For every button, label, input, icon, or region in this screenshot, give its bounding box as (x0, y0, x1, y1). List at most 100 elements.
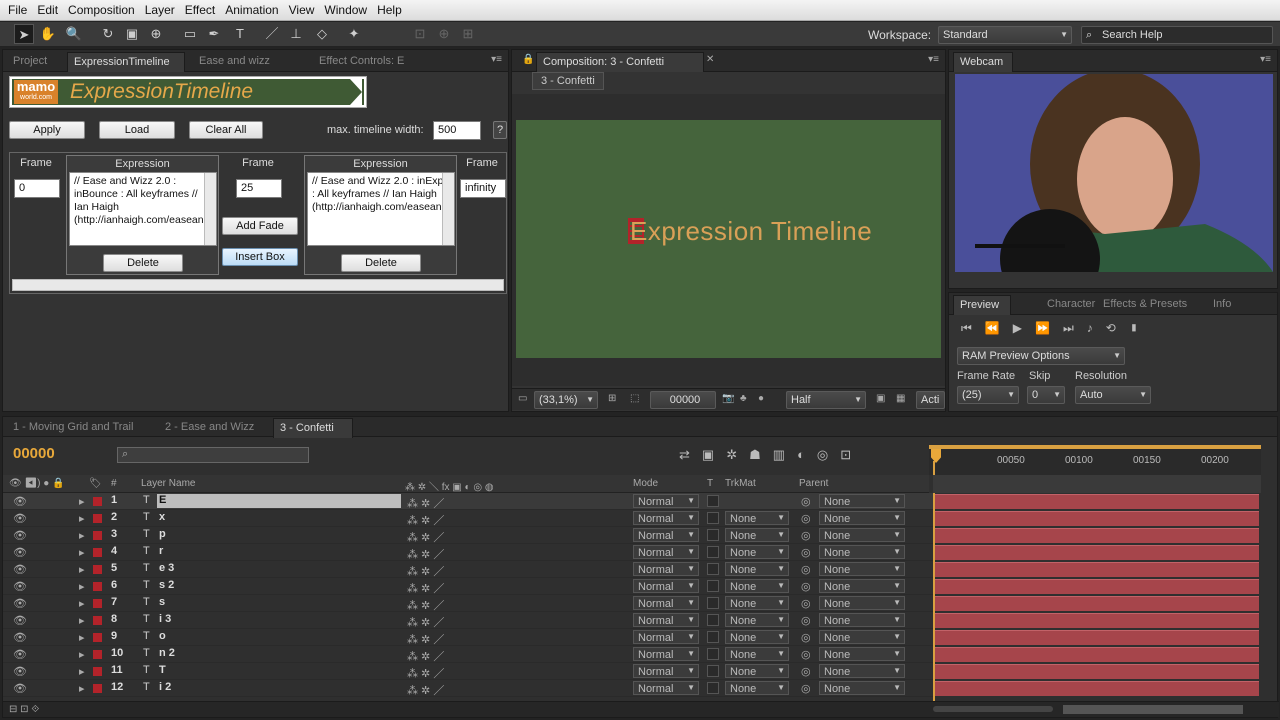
parent-select[interactable]: None ▼ (819, 511, 905, 525)
layer-duration-bar[interactable] (935, 681, 1259, 696)
blend-mode-select[interactable]: Normal ▼ (633, 630, 699, 644)
visibility-eye-icon[interactable]: 👁 (13, 529, 27, 542)
preserve-transparency-checkbox[interactable] (707, 648, 719, 660)
trkmat-select[interactable]: None ▼ (725, 596, 789, 610)
trkmat-select[interactable]: None ▼ (725, 681, 789, 695)
region-of-interest-icon[interactable]: ▣ (876, 393, 885, 404)
expand-triangle-icon[interactable]: ▸ (79, 665, 85, 678)
ram-preview-icon[interactable]: ▮ (1129, 321, 1152, 335)
eraser-tool-icon[interactable]: ◇ (312, 24, 332, 44)
draft-3d-icon[interactable]: ▣ (702, 447, 726, 462)
parent-select[interactable]: None ▼ (819, 613, 905, 627)
blend-mode-select[interactable]: Normal ▼ (633, 613, 699, 627)
tab-preview[interactable]: Preview (953, 295, 1011, 315)
table-row[interactable]: 👁 ▸ 9 To ⁂ ✲ ／ Normal ▼ None ▼ ◎ None ▼ (3, 629, 1259, 646)
layer-name[interactable]: i 3 (157, 613, 401, 627)
layer-name[interactable]: E (157, 494, 401, 508)
visibility-eye-icon[interactable]: 👁 (13, 495, 27, 508)
pickwhip-icon[interactable]: ◎ (801, 529, 811, 542)
expression-scrollbar-1[interactable] (204, 173, 216, 245)
mask-visibility-icon[interactable]: ⬚ (630, 393, 639, 404)
expression-text-2[interactable]: // Ease and Wizz 2.0 : inExpo : All keyf… (307, 172, 455, 246)
blend-mode-select[interactable]: Normal ▼ (633, 511, 699, 525)
expression-scrollbar-2[interactable] (442, 173, 454, 245)
motion-blur-icon[interactable]: ▥ (773, 447, 797, 462)
clear-all-button[interactable]: Clear All (189, 121, 263, 139)
expand-triangle-icon[interactable]: ▸ (79, 495, 85, 508)
preserve-transparency-checkbox[interactable] (707, 495, 719, 507)
blend-mode-select[interactable]: Normal ▼ (633, 579, 699, 593)
toggle-panes-icon[interactable]: ⊟ ⊡ ⟐ (9, 704, 39, 715)
parent-select[interactable]: None ▼ (819, 664, 905, 678)
pen-tool-icon[interactable]: ✒ (204, 24, 224, 44)
layer-switches-icon[interactable]: ⁂ ✲ ／ (407, 546, 444, 562)
brainstorm-icon[interactable]: ◎ (817, 447, 840, 462)
comp-viewer[interactable]: Expression Timeline (512, 94, 945, 386)
frame-rate-select[interactable]: (25) ▼ (957, 386, 1019, 404)
label-color-swatch[interactable] (93, 497, 102, 506)
delete-button-2[interactable]: Delete (341, 254, 421, 272)
layer-switches-icon[interactable]: ⁂ ✲ ／ (407, 665, 444, 681)
layer-duration-bar[interactable] (935, 664, 1259, 679)
layer-switches-icon[interactable]: ⁂ ✲ ／ (407, 529, 444, 545)
layer-name[interactable]: p (157, 528, 401, 542)
blend-mode-select[interactable]: Normal ▼ (633, 528, 699, 542)
work-area-bar[interactable] (929, 445, 1261, 449)
show-snapshot-icon[interactable]: ♣ (740, 393, 747, 404)
visibility-eye-icon[interactable]: 👁 (13, 614, 27, 627)
skip-select[interactable]: 0 ▼ (1027, 386, 1065, 404)
preserve-transparency-checkbox[interactable] (707, 614, 719, 626)
hide-shy-icon[interactable]: ✲ (726, 447, 749, 462)
tab-effects-presets[interactable]: Effects & Presets (1097, 295, 1193, 315)
layer-duration-bar[interactable] (935, 579, 1259, 594)
frame-input-3[interactable]: infinity (460, 179, 506, 198)
workspace-select[interactable]: Standard ▼ (938, 26, 1072, 44)
label-color-swatch[interactable] (93, 616, 102, 625)
parent-select[interactable]: None ▼ (819, 630, 905, 644)
preserve-transparency-checkbox[interactable] (707, 546, 719, 558)
label-color-swatch[interactable] (93, 531, 102, 540)
always-preview-icon[interactable]: ▭ (518, 393, 527, 404)
label-color-swatch[interactable] (93, 548, 102, 557)
zoom-select[interactable]: (33,1%) ▼ (534, 391, 598, 409)
visibility-eye-icon[interactable]: 👁 (13, 580, 27, 593)
comp-canvas[interactable]: Expression Timeline (516, 120, 941, 358)
layer-duration-bar[interactable] (935, 528, 1259, 543)
world-axis-icon[interactable]: ⊕ (434, 24, 454, 44)
zoom-slider[interactable] (933, 706, 1053, 712)
comp-panel-menu-icon[interactable]: ▾≡ (928, 54, 939, 65)
parent-select[interactable]: None ▼ (819, 596, 905, 610)
blend-mode-select[interactable]: Normal ▼ (633, 681, 699, 695)
trkmat-select[interactable]: None ▼ (725, 528, 789, 542)
expression-text-1[interactable]: // Ease and Wizz 2.0 : inBounce : All ke… (69, 172, 217, 246)
active-camera-select[interactable]: Acti (916, 391, 945, 409)
tab-effect-controls[interactable]: Effect Controls: E (313, 52, 410, 72)
trkmat-select[interactable]: None ▼ (725, 613, 789, 627)
layer-name[interactable]: e 3 (157, 562, 401, 576)
grid-guides-icon[interactable]: ⊞ (608, 393, 616, 404)
comp-text-layer[interactable]: Expression Timeline (630, 216, 872, 247)
layer-name[interactable]: i 2 (157, 681, 401, 695)
table-row[interactable]: 👁 ▸ 3 Tp ⁂ ✲ ／ Normal ▼ None ▼ ◎ None ▼ (3, 527, 1259, 545)
help-button[interactable]: ? (493, 121, 507, 139)
color-channel-icon[interactable]: ● (758, 393, 764, 404)
next-frame-icon[interactable]: ⏩ (1035, 321, 1063, 335)
layer-switches-icon[interactable]: ⁂ ✲ ／ (407, 512, 444, 528)
blend-mode-select[interactable]: Normal ▼ (633, 494, 699, 508)
layer-switches-icon[interactable]: ⁂ ✲ ／ (407, 580, 444, 596)
apply-button[interactable]: Apply (9, 121, 85, 139)
label-color-swatch[interactable] (93, 599, 102, 608)
table-row[interactable]: 👁 ▸ 8 Ti 3 ⁂ ✲ ／ Normal ▼ None ▼ ◎ None ▼ (3, 612, 1259, 629)
ram-preview-options-select[interactable]: RAM Preview Options ▼ (957, 347, 1125, 365)
parent-select[interactable]: None ▼ (819, 647, 905, 661)
layer-name[interactable]: s 2 (157, 579, 401, 593)
hand-tool-icon[interactable]: ✋ (38, 24, 58, 44)
pickwhip-icon[interactable]: ◎ (801, 495, 811, 508)
comp-mini-flowchart-icon[interactable]: ⇄ (679, 447, 702, 462)
transparency-grid-icon[interactable]: ▦ (896, 393, 905, 404)
play-icon[interactable]: ▶ (1013, 321, 1035, 335)
blend-mode-select[interactable]: Normal ▼ (633, 562, 699, 576)
parent-select[interactable]: None ▼ (819, 528, 905, 542)
table-row[interactable]: 👁 ▸ 12 Ti 2 ⁂ ✲ ／ Normal ▼ None ▼ ◎ None ▼ (3, 680, 1259, 697)
trkmat-select[interactable]: None ▼ (725, 647, 789, 661)
